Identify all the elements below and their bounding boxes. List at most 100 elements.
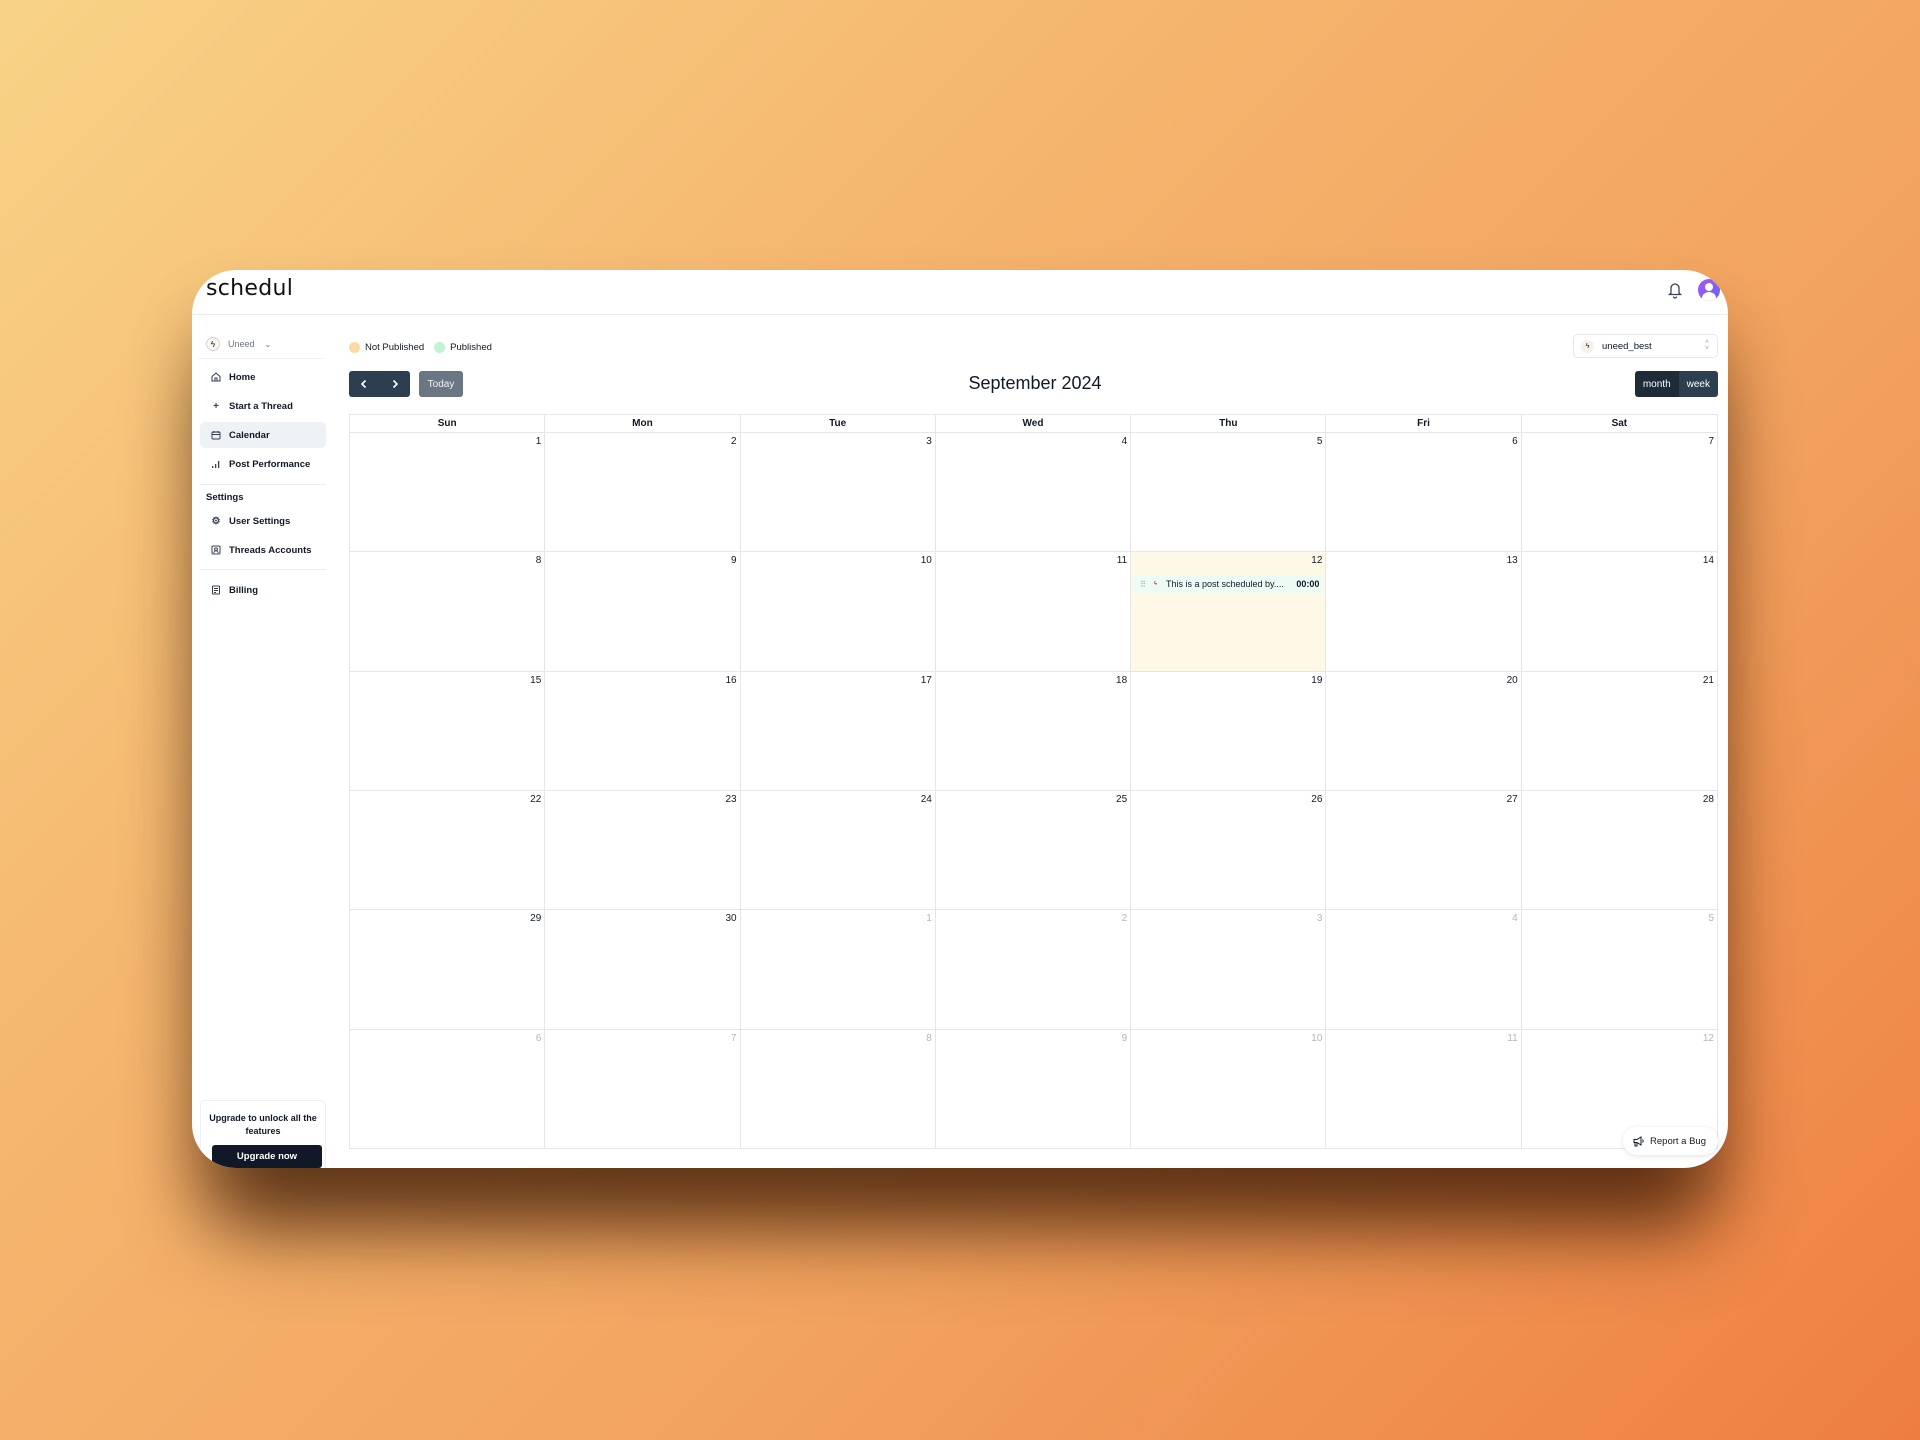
day-cell[interactable]: 19 bbox=[1131, 671, 1327, 791]
day-cell[interactable]: 28 bbox=[1521, 791, 1717, 911]
day-cell[interactable]: 4 bbox=[1326, 910, 1522, 1030]
day-cell[interactable]: 10 bbox=[740, 552, 936, 672]
upgrade-now-button[interactable]: Upgrade now bbox=[212, 1145, 322, 1168]
day-cell[interactable]: 5 bbox=[1521, 910, 1717, 1030]
day-number[interactable]: 23 bbox=[725, 794, 736, 805]
day-number[interactable]: 12 bbox=[1703, 1033, 1714, 1044]
day-cell[interactable]: 2 bbox=[935, 910, 1132, 1030]
day-number[interactable]: 14 bbox=[1703, 555, 1714, 566]
day-number[interactable]: 8 bbox=[536, 555, 542, 566]
day-number[interactable]: 12 bbox=[1311, 555, 1322, 566]
day-cell[interactable]: 8 bbox=[741, 1029, 936, 1149]
day-number[interactable]: 16 bbox=[725, 675, 736, 686]
day-number[interactable]: 2 bbox=[1122, 913, 1128, 924]
day-number[interactable]: 4 bbox=[1122, 436, 1128, 447]
day-cell[interactable]: 22 bbox=[350, 791, 546, 911]
day-number[interactable]: 29 bbox=[530, 913, 541, 924]
day-number[interactable]: 3 bbox=[926, 436, 932, 447]
day-number[interactable]: 24 bbox=[921, 794, 932, 805]
day-cell[interactable]: 9 bbox=[545, 552, 741, 672]
calendar-event[interactable]: ⠿ ϟ This is a post scheduled by.... 00:00 bbox=[1133, 575, 1324, 594]
week-view-button[interactable]: week bbox=[1678, 371, 1718, 397]
day-number[interactable]: 5 bbox=[1708, 913, 1714, 924]
day-cell[interactable]: 8 bbox=[350, 552, 546, 672]
month-view-button[interactable]: month bbox=[1634, 371, 1679, 397]
day-cell[interactable]: 3 bbox=[740, 433, 936, 553]
day-cell[interactable]: 10 bbox=[1131, 1029, 1327, 1149]
day-number[interactable]: 11 bbox=[1507, 1033, 1517, 1044]
day-cell[interactable]: 6 bbox=[1326, 433, 1522, 553]
day-cell[interactable]: 6 bbox=[350, 1029, 546, 1149]
day-number[interactable]: 9 bbox=[731, 555, 737, 566]
sidebar-item-billing[interactable]: Billing bbox=[200, 577, 326, 603]
day-cell[interactable]: 30 bbox=[545, 910, 741, 1030]
day-cell[interactable]: 21 bbox=[1521, 672, 1717, 791]
day-number[interactable]: 8 bbox=[926, 1033, 932, 1044]
day-cell[interactable]: 1 bbox=[350, 433, 546, 553]
bell-icon[interactable] bbox=[1667, 281, 1683, 299]
user-avatar-icon[interactable] bbox=[1698, 279, 1720, 301]
drag-handle-icon[interactable]: ⠿ bbox=[1140, 580, 1146, 589]
day-cell[interactable]: 15 bbox=[350, 671, 546, 791]
sidebar-item-calendar[interactable]: Calendar bbox=[200, 422, 326, 448]
app-logo[interactable]: schedul bbox=[206, 276, 293, 301]
day-number[interactable]: 10 bbox=[1311, 1033, 1322, 1044]
day-number[interactable]: 21 bbox=[1703, 675, 1714, 686]
sidebar-item-home[interactable]: Home bbox=[200, 364, 326, 390]
day-cell[interactable]: 17 bbox=[740, 671, 936, 791]
account-select[interactable]: ϟ uneed_best ˄ ˅ bbox=[1573, 334, 1718, 358]
day-cell[interactable]: 3 bbox=[1131, 910, 1327, 1030]
day-number[interactable]: 7 bbox=[731, 1033, 737, 1044]
day-number[interactable]: 18 bbox=[1116, 675, 1127, 686]
day-cell[interactable]: 29 bbox=[350, 910, 546, 1030]
day-cell-today[interactable]: 12 ⠿ ϟ This is a post scheduled by.... 00:00 bbox=[1131, 552, 1327, 672]
sidebar-item-threads-accounts[interactable]: Threads Accounts bbox=[200, 537, 326, 563]
day-cell[interactable]: 26 bbox=[1131, 791, 1327, 911]
day-number[interactable]: 10 bbox=[921, 555, 932, 566]
day-cell[interactable]: 27 bbox=[1326, 791, 1522, 911]
next-month-button[interactable] bbox=[380, 371, 411, 397]
day-cell[interactable]: 11 bbox=[935, 552, 1132, 672]
day-number[interactable]: 26 bbox=[1311, 794, 1322, 805]
day-number[interactable]: 1 bbox=[536, 436, 542, 447]
day-number[interactable]: 13 bbox=[1507, 555, 1518, 566]
day-number[interactable]: 27 bbox=[1507, 794, 1518, 805]
day-number[interactable]: 30 bbox=[725, 913, 736, 924]
day-number[interactable]: 3 bbox=[1317, 913, 1323, 924]
day-cell[interactable]: 2 bbox=[545, 433, 741, 553]
day-number[interactable]: 7 bbox=[1708, 436, 1714, 447]
sidebar-item-user-settings[interactable]: ⚙ User Settings bbox=[200, 508, 326, 534]
day-number[interactable]: 6 bbox=[1512, 436, 1518, 447]
day-number[interactable]: 5 bbox=[1317, 436, 1323, 447]
day-cell[interactable]: 24 bbox=[740, 791, 936, 911]
day-cell[interactable]: 14 bbox=[1521, 552, 1717, 672]
day-number[interactable]: 17 bbox=[921, 675, 932, 686]
sidebar-item-post-performance[interactable]: Post Performance bbox=[200, 451, 326, 477]
day-cell[interactable]: 9 bbox=[936, 1029, 1132, 1149]
day-cell[interactable]: 4 bbox=[935, 433, 1132, 553]
day-number[interactable]: 19 bbox=[1311, 675, 1322, 686]
day-cell[interactable]: 18 bbox=[935, 671, 1132, 791]
workspace-switcher[interactable]: ϟ Uneed ⌄ bbox=[206, 337, 271, 351]
day-number[interactable]: 20 bbox=[1507, 675, 1518, 686]
day-cell[interactable]: 23 bbox=[545, 791, 741, 911]
day-cell[interactable]: 7 bbox=[1521, 433, 1717, 553]
day-cell[interactable]: 5 bbox=[1131, 433, 1327, 553]
day-cell[interactable]: 1 bbox=[740, 910, 936, 1030]
day-cell[interactable]: 16 bbox=[545, 671, 741, 791]
day-cell[interactable]: 11 bbox=[1326, 1029, 1522, 1149]
day-cell[interactable]: 7 bbox=[545, 1029, 741, 1149]
today-button[interactable]: Today bbox=[419, 371, 463, 397]
sidebar-item-start-thread[interactable]: + Start a Thread bbox=[200, 393, 326, 419]
day-number[interactable]: 28 bbox=[1703, 794, 1714, 805]
report-bug-button[interactable]: Report a Bug bbox=[1623, 1127, 1718, 1155]
day-number[interactable]: 22 bbox=[530, 794, 541, 805]
day-cell[interactable]: 20 bbox=[1326, 671, 1522, 791]
day-number[interactable]: 2 bbox=[731, 436, 737, 447]
day-number[interactable]: 25 bbox=[1116, 794, 1127, 805]
day-number[interactable]: 4 bbox=[1512, 913, 1518, 924]
day-cell[interactable]: 25 bbox=[935, 791, 1132, 911]
day-number[interactable]: 9 bbox=[1122, 1033, 1128, 1044]
prev-month-button[interactable] bbox=[349, 371, 380, 397]
day-number[interactable]: 15 bbox=[530, 675, 541, 686]
